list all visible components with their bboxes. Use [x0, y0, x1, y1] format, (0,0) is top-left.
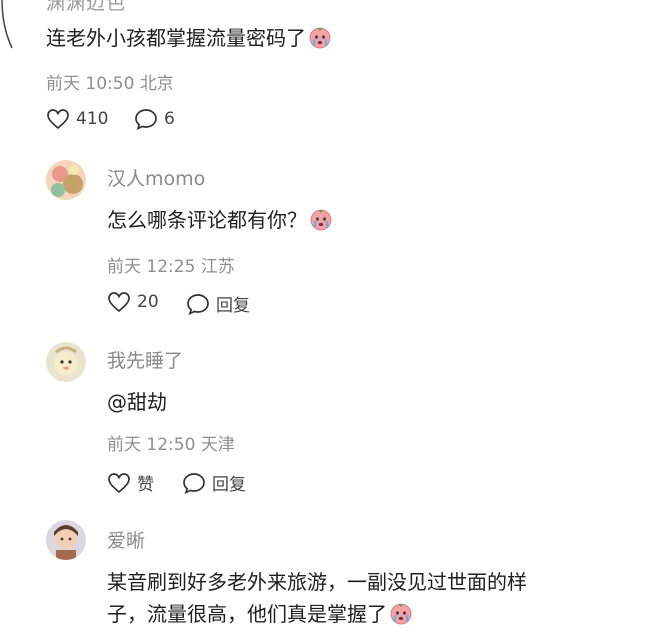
- top-comment-meta: 前天 10:50 北京: [46, 69, 174, 94]
- top-comment-text: 连老外小孩都掌握流量密码了: [46, 22, 332, 51]
- reply-like-button[interactable]: 赞: [107, 470, 154, 495]
- heart-outline-icon: [108, 292, 130, 313]
- speech-bubble-icon: [135, 109, 157, 130]
- reply-meta: 前天 12:50 天津: [107, 430, 235, 455]
- avatar[interactable]: [46, 160, 86, 200]
- top-comment-reply-count: 6: [164, 109, 175, 129]
- reply-reply-button[interactable]: 回复: [182, 470, 246, 495]
- reply-text-line1: 某音刷到好多老外来旅游，一副没见过世面的样: [107, 570, 527, 594]
- crying-face-emoji-icon: [389, 601, 413, 625]
- crying-face-emoji-icon: [309, 207, 333, 231]
- reply-location: 江苏: [200, 257, 235, 277]
- reply-text: @甜劫: [107, 390, 167, 414]
- top-comment-like-count: 410: [76, 109, 109, 129]
- reply-text-content: 子，流量很高，他们真是掌握了: [107, 602, 387, 626]
- top-comment-reply-button[interactable]: 6: [134, 108, 175, 130]
- reply-text-content: 怎么哪条评论都有你？: [107, 208, 307, 232]
- avatar[interactable]: [46, 342, 86, 382]
- reply-like-count: 20: [137, 292, 159, 312]
- reply-text: 怎么哪条评论都有你？: [107, 204, 333, 233]
- top-comment-location: 北京: [139, 74, 174, 94]
- reply-location: 天津: [200, 435, 235, 455]
- reply-time: 前天 12:50: [107, 435, 196, 455]
- avatar[interactable]: [46, 520, 86, 560]
- reply-username[interactable]: 我先睡了: [107, 346, 183, 373]
- reply-time: 前天 12:25: [107, 257, 196, 277]
- thread-line-decoration: [1, 0, 13, 49]
- speech-bubble-icon: [183, 472, 205, 494]
- reply-text-line2: 子，流量很高，他们真是掌握了: [107, 598, 413, 627]
- reply-like-label: 赞: [137, 475, 154, 495]
- crying-face-emoji-icon: [308, 25, 332, 49]
- speech-bubble-icon: [187, 293, 209, 315]
- reply-reply-button[interactable]: 回复: [186, 291, 250, 316]
- reply-reply-label: 回复: [212, 475, 246, 495]
- reply-reply-label: 回复: [216, 296, 250, 316]
- reply-meta: 前天 12:25 江苏: [107, 252, 235, 277]
- top-comment-username[interactable]: 渊渊迈色: [46, 0, 126, 15]
- reply-username[interactable]: 爱晰: [107, 526, 145, 553]
- top-comment-text-content: 连老外小孩都掌握流量密码了: [46, 26, 306, 50]
- top-comment-time: 前天 10:50: [46, 74, 135, 94]
- heart-outline-icon: [108, 472, 130, 493]
- top-comment-like-button[interactable]: 410: [46, 108, 108, 130]
- reply-username[interactable]: 汉人momo: [107, 164, 205, 191]
- heart-outline-icon: [47, 109, 69, 130]
- reply-like-button[interactable]: 20: [107, 291, 159, 313]
